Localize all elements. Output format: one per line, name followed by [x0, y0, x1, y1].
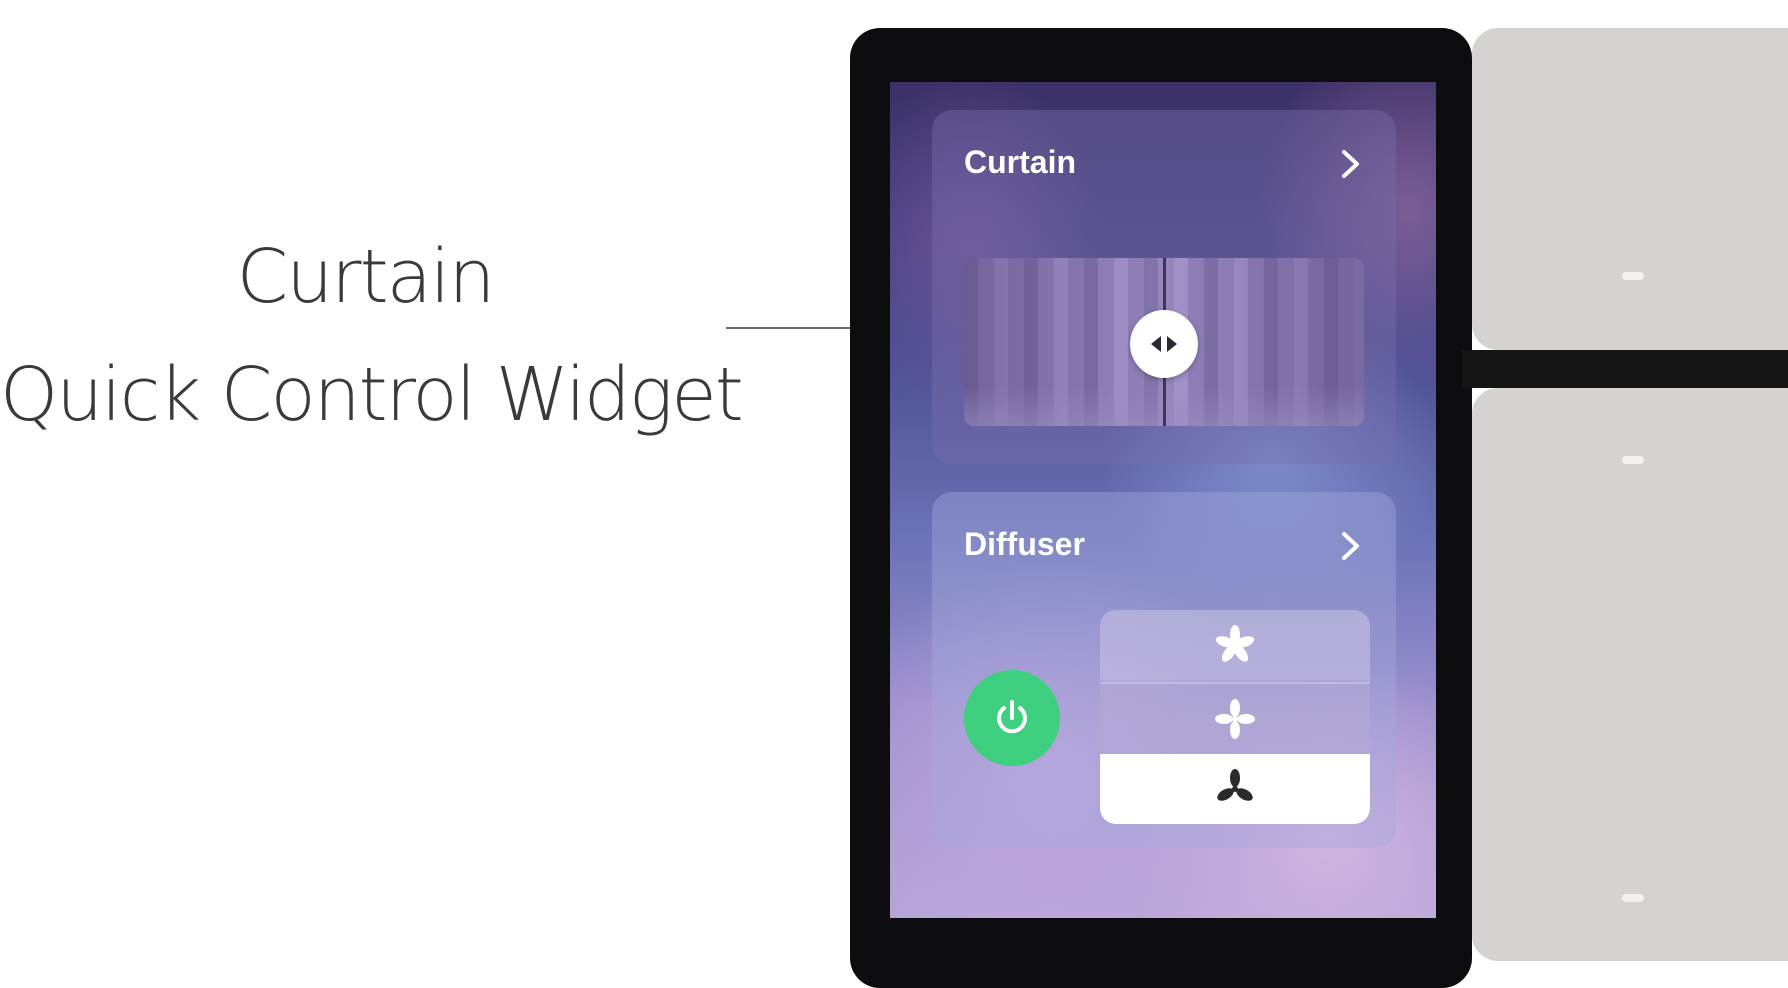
- left-right-arrows-icon: [1151, 336, 1177, 352]
- indicator-led: [1622, 894, 1644, 902]
- caption: Curtain Quick Control Widget: [0, 218, 744, 454]
- power-button[interactable]: [964, 670, 1060, 766]
- chevron-right-icon[interactable]: [1332, 528, 1368, 564]
- indicator-led: [1622, 456, 1644, 464]
- panel-divider: [1462, 350, 1788, 388]
- diffuser-widget-title: Diffuser: [964, 526, 1085, 562]
- diffuser-widget[interactable]: Diffuser: [932, 492, 1396, 848]
- wall-switch-panel-top[interactable]: [1472, 28, 1788, 350]
- caption-line-2: Quick Control Widget: [0, 352, 744, 438]
- indicator-led: [1622, 272, 1644, 280]
- caption-line-1: Curtain: [236, 234, 496, 320]
- speed-option-medium[interactable]: [1100, 682, 1370, 754]
- speed-option-low[interactable]: [1100, 754, 1370, 824]
- diffuser-speed-selector: [1100, 610, 1370, 824]
- fan-medium-icon: [1215, 699, 1255, 739]
- curtain-slider[interactable]: [964, 258, 1364, 426]
- smart-panel-device: Curtain Diffuser: [850, 28, 1472, 988]
- curtain-widget[interactable]: Curtain: [932, 110, 1396, 464]
- chevron-right-icon[interactable]: [1332, 146, 1368, 182]
- wall-switch-panel-bottom[interactable]: [1472, 388, 1788, 961]
- curtain-handle[interactable]: [1130, 310, 1198, 378]
- power-icon: [997, 700, 1027, 734]
- curtain-widget-title: Curtain: [964, 144, 1076, 180]
- speed-option-high[interactable]: [1100, 610, 1370, 680]
- device-screen: Curtain Diffuser: [890, 82, 1436, 918]
- fan-low-icon: [1217, 769, 1253, 801]
- fan-high-icon: [1215, 625, 1255, 662]
